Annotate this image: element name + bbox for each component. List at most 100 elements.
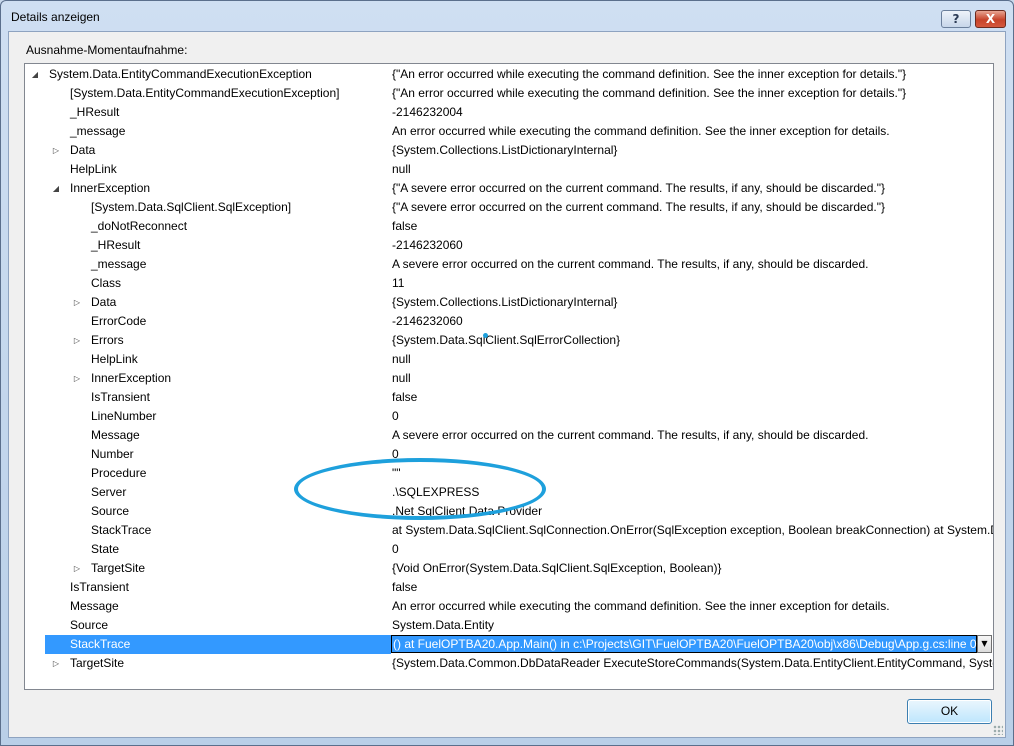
tree-row[interactable]: StackTrace () at FuelOPTBA20.App.Main() i…: [25, 635, 993, 654]
property-value: null: [392, 371, 411, 385]
property-name: _message: [91, 257, 147, 271]
tree-row[interactable]: Source .Net SqlClient Data Provider: [25, 502, 993, 521]
property-name: [System.Data.SqlClient.SqlException]: [91, 200, 292, 214]
property-name: Procedure: [91, 466, 147, 480]
tree-row[interactable]: Message An error occurred while executing…: [25, 597, 993, 616]
tree-row[interactable]: ▷ Data {System.Collections.ListDictionaryI…: [25, 141, 993, 160]
property-name: Server: [91, 485, 127, 499]
resize-grip[interactable]: [993, 725, 1003, 735]
expand-arrow-icon[interactable]: ▷: [51, 141, 61, 160]
ok-button[interactable]: OK: [907, 699, 992, 724]
property-value: false: [392, 580, 418, 594]
tree-row[interactable]: ▷ TargetSite {System.Data.Common.DbDataRea…: [25, 654, 993, 673]
tree-row[interactable]: HelpLink null: [25, 160, 993, 179]
property-value: null: [392, 162, 411, 176]
tree-row[interactable]: _doNotReconnect false: [25, 217, 993, 236]
property-value: {System.Data.SqlClient.SqlErrorCollectio…: [392, 333, 621, 347]
expand-arrow-icon[interactable]: ▷: [51, 654, 61, 673]
tree-row[interactable]: Number 0: [25, 445, 993, 464]
property-value: An error occurred while executing the co…: [392, 599, 890, 613]
tree-row[interactable]: Procedure "": [25, 464, 993, 483]
annotation-dot: [483, 333, 488, 338]
property-value: null: [392, 352, 411, 366]
property-name: HelpLink: [70, 162, 117, 176]
tree-row[interactable]: _HResult -2146232060: [25, 236, 993, 255]
tree-row[interactable]: HelpLink null: [25, 350, 993, 369]
dropdown-arrow-button[interactable]: ▼: [977, 635, 992, 653]
tree-row[interactable]: Message A severe error occurred on the cu…: [25, 426, 993, 445]
property-value: A severe error occurred on the current c…: [392, 257, 869, 271]
property-name: IsTransient: [70, 580, 129, 594]
tree-row[interactable]: ▷ InnerException null: [25, 369, 993, 388]
property-value: {Void OnError(System.Data.SqlClient.SqlE…: [392, 561, 722, 575]
property-value: A severe error occurred on the current c…: [392, 428, 869, 442]
property-name: _HResult: [70, 105, 120, 119]
tree-row[interactable]: _message An error occurred while executin…: [25, 122, 993, 141]
dialog-body: Ausnahme-Momentaufnahme: ◢ System.Data.En…: [8, 31, 1006, 738]
details-dialog: Details anzeigen ? X Ausnahme-Momentaufn…: [0, 0, 1014, 746]
property-name: Number: [91, 447, 134, 461]
property-value[interactable]: () at FuelOPTBA20.App.Main() in c:\Proje…: [393, 635, 977, 654]
property-name: System.Data.EntityCommandExecutionExcept…: [49, 67, 312, 81]
property-value: {System.Collections.ListDictionaryIntern…: [392, 143, 618, 157]
snapshot-label: Ausnahme-Momentaufnahme:: [26, 43, 188, 57]
property-name: Message: [91, 428, 140, 442]
property-value: {"An error occurred while executing the …: [392, 86, 907, 100]
expand-arrow-icon[interactable]: ▷: [72, 331, 82, 350]
property-value: 11: [392, 276, 405, 290]
tree-row[interactable]: ▷ Errors {System.Data.SqlClient.SqlErrorCo…: [25, 331, 993, 350]
tree-row[interactable]: IsTransient false: [25, 388, 993, 407]
collapse-arrow-icon[interactable]: ◢: [51, 179, 61, 198]
tree-row[interactable]: IsTransient false: [25, 578, 993, 597]
property-value: {"A severe error occurred on the current…: [392, 200, 885, 214]
property-name: Data: [91, 295, 117, 309]
property-name: Class: [91, 276, 122, 290]
property-name: HelpLink: [91, 352, 138, 366]
tree-row[interactable]: _message A severe error occurred on the c…: [25, 255, 993, 274]
property-name: _doNotReconnect: [91, 219, 188, 233]
expand-arrow-icon[interactable]: ▷: [72, 559, 82, 578]
property-name: _HResult: [91, 238, 141, 252]
property-name: InnerException: [70, 181, 151, 195]
tree-row[interactable]: State 0: [25, 540, 993, 559]
tree-row[interactable]: [System.Data.SqlClient.SqlException] {"A …: [25, 198, 993, 217]
property-name: Data: [70, 143, 96, 157]
property-value: -2146232060: [392, 314, 463, 328]
property-name: StackTrace: [70, 637, 131, 651]
tree-row[interactable]: ErrorCode -2146232060: [25, 312, 993, 331]
tree-row[interactable]: [System.Data.EntityCommandExecutionExcep…: [25, 84, 993, 103]
tree-row[interactable]: Class 11: [25, 274, 993, 293]
property-name: _message: [70, 124, 126, 138]
tree-row[interactable]: ▷ TargetSite {Void OnError(System.Data.Sql…: [25, 559, 993, 578]
tree-row[interactable]: ◢ InnerException {"A severe error occurred…: [25, 179, 993, 198]
property-value: {"An error occurred while executing the …: [392, 67, 907, 81]
property-name: State: [91, 542, 120, 556]
tree-row[interactable]: _HResult -2146232004: [25, 103, 993, 122]
property-name: Source: [70, 618, 109, 632]
property-name: IsTransient: [91, 390, 150, 404]
expand-arrow-icon[interactable]: ▷: [72, 369, 82, 388]
close-button[interactable]: X: [975, 10, 1006, 28]
property-name: TargetSite: [70, 656, 125, 670]
title-bar[interactable]: Details anzeigen ? X: [1, 1, 1013, 31]
property-value: 0: [392, 447, 399, 461]
property-name: LineNumber: [91, 409, 157, 423]
dialog-title: Details anzeigen: [11, 10, 100, 24]
property-name: StackTrace: [91, 523, 152, 537]
property-value: 0: [392, 542, 399, 556]
tree-row[interactable]: Source System.Data.Entity: [25, 616, 993, 635]
tree-row[interactable]: ◢ System.Data.EntityCommandExecutionExcep…: [25, 65, 993, 84]
property-name: TargetSite: [91, 561, 146, 575]
property-value: at System.Data.SqlClient.SqlConnection.O…: [392, 523, 994, 537]
tree-row[interactable]: StackTrace at System.Data.SqlClient.SqlC…: [25, 521, 993, 540]
property-value: -2146232060: [392, 238, 463, 252]
tree-row[interactable]: Server .\SQLEXPRESS: [25, 483, 993, 502]
collapse-arrow-icon[interactable]: ◢: [30, 65, 40, 84]
property-name: ErrorCode: [91, 314, 147, 328]
exception-tree-view[interactable]: ◢ System.Data.EntityCommandExecutionExcep…: [24, 63, 994, 690]
tree-row[interactable]: LineNumber 0: [25, 407, 993, 426]
expand-arrow-icon[interactable]: ▷: [72, 293, 82, 312]
help-button[interactable]: ?: [941, 10, 971, 28]
tree-row[interactable]: ▷ Data {System.Collections.ListDictionaryI…: [25, 293, 993, 312]
property-name: Source: [91, 504, 130, 518]
